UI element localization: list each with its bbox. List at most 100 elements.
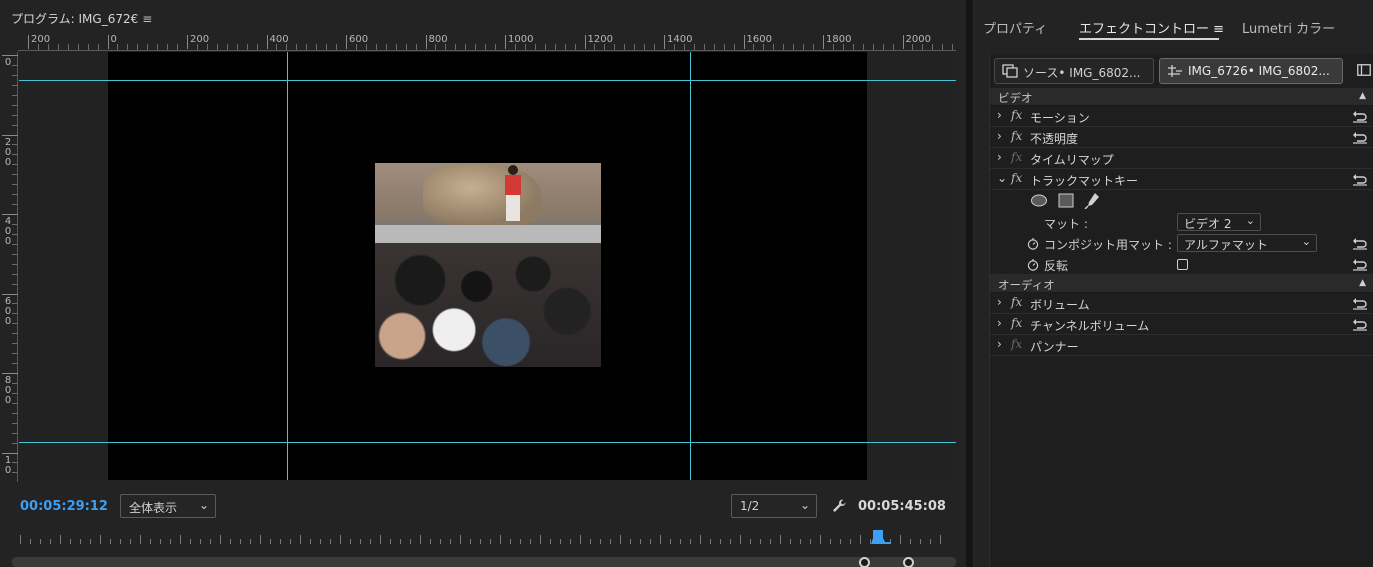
chevron-right-icon[interactable]: › [997, 295, 1007, 309]
mini-ruler-tick [20, 535, 21, 544]
chevron-down-icon[interactable]: ⌄ [997, 171, 1007, 185]
current-timecode[interactable]: 00:05:29:12 [20, 499, 108, 514]
mini-timeline-ruler[interactable] [20, 532, 950, 544]
fx-icon[interactable]: fx [1011, 108, 1022, 122]
effect-panner[interactable]: › fx パンナー [990, 335, 1373, 356]
ruler-minor-tick [634, 44, 636, 50]
ruler-minor-tick [912, 44, 914, 50]
stopwatch-icon[interactable] [1027, 258, 1039, 271]
reset-icon[interactable] [1352, 236, 1368, 250]
chevron-down-icon: ⌄ [1245, 214, 1255, 227]
ruler-minor-tick [713, 44, 715, 50]
rectangle-mask-icon[interactable] [1058, 193, 1074, 208]
ruler-minor-tick [87, 44, 89, 50]
zoom-level-select[interactable]: 全体表示 ⌄ [120, 494, 216, 518]
playback-resolution-select[interactable]: 1/2 ⌄ [731, 494, 817, 518]
reset-icon[interactable] [1352, 257, 1368, 271]
sequence-clip-button[interactable]: IMG_6726• IMG_6802... [1159, 58, 1343, 84]
reset-icon[interactable] [1352, 130, 1368, 144]
mini-ruler-tick [760, 539, 761, 544]
prop-matte: マット : ビデオ 2 ⌄ [990, 212, 1373, 233]
tab-effect-controls[interactable]: エフェクトコントロー ≡ [1079, 18, 1224, 37]
mini-ruler-tick [230, 539, 231, 544]
ruler-minor-tick [12, 164, 18, 166]
fx-icon[interactable]: fx [1011, 129, 1022, 143]
sequence-clip-icon [1168, 65, 1182, 77]
playhead-icon[interactable] [871, 530, 891, 544]
chevron-down-icon: ⌄ [1301, 235, 1311, 248]
invert-checkbox[interactable] [1177, 259, 1188, 270]
section-audio[interactable]: オーディオ ▲ [990, 275, 1373, 293]
ellipse-mask-icon[interactable] [1030, 194, 1048, 207]
mini-ruler-tick [250, 539, 251, 544]
chevron-right-icon[interactable]: › [997, 316, 1007, 330]
effect-motion[interactable]: › fx モーション [990, 106, 1373, 127]
ruler-major-tick [266, 35, 268, 49]
guide-line-horizontal-bottom[interactable] [19, 442, 956, 443]
ruler-minor-tick [167, 44, 169, 50]
chevron-down-icon: ⌄ [198, 498, 209, 512]
tab-lumetri-color[interactable]: Lumetri カラー [1242, 18, 1335, 37]
chevron-right-icon[interactable]: › [997, 337, 1007, 351]
collapse-caret-icon[interactable]: ▲ [1359, 91, 1366, 101]
horizontal-ruler: 200 0 200 400 600 800 1000 1200 1400 1600 1800 2000 [18, 33, 956, 51]
resolution-value: 1/2 [740, 499, 760, 513]
effect-opacity[interactable]: › fx 不透明度 [990, 127, 1373, 148]
timeline-view-toggle-icon[interactable] [1357, 64, 1371, 76]
effect-time-remap[interactable]: › fx タイムリマップ [990, 148, 1373, 169]
effect-volume[interactable]: › fx ボリューム [990, 293, 1373, 314]
collapse-caret-icon[interactable]: ▲ [1359, 278, 1366, 288]
guide-line-horizontal-top[interactable] [19, 80, 956, 81]
panel-menu-icon[interactable]: ≡ [142, 12, 152, 26]
ruler-major-tick [425, 35, 427, 49]
ruler-minor-tick [544, 44, 546, 50]
matte-select[interactable]: ビデオ 2 ⌄ [1177, 213, 1261, 231]
fx-icon[interactable]: fx [1011, 171, 1022, 185]
chevron-right-icon[interactable]: › [997, 108, 1007, 122]
ruler-minor-tick [574, 44, 576, 50]
chevron-right-icon[interactable]: › [997, 150, 1007, 164]
ruler-minor-tick [763, 44, 765, 50]
effect-channel-volume[interactable]: › fx チャンネルボリューム [990, 314, 1373, 335]
scrollbar-handle-left[interactable] [859, 557, 870, 567]
section-video[interactable]: ビデオ ▲ [990, 88, 1373, 106]
mini-ruler-tick [160, 539, 161, 544]
guide-line-vertical-left[interactable] [287, 52, 288, 480]
panel-title[interactable]: プログラム: IMG_672€ ≡ [11, 10, 152, 27]
ruler-minor-tick [942, 44, 944, 50]
frame-railing [375, 225, 601, 243]
ruler-minor-tick [12, 343, 18, 345]
effect-name: タイムリマップ [1030, 153, 1114, 167]
program-viewer[interactable] [19, 52, 956, 480]
effect-track-matte-key[interactable]: ⌄ fx トラックマットキー [990, 169, 1373, 190]
ruler-minor-tick [475, 44, 477, 50]
ruler-minor-tick [773, 44, 775, 50]
mini-ruler-tick [630, 539, 631, 544]
reset-icon[interactable] [1352, 296, 1368, 310]
ruler-minor-tick [127, 44, 129, 50]
source-clip-button[interactable]: ソース• IMG_6802... [994, 58, 1154, 84]
ruler-minor-tick [12, 442, 18, 444]
ruler-minor-tick [12, 432, 18, 434]
mini-ruler-tick [190, 539, 191, 544]
chevron-right-icon[interactable]: › [997, 129, 1007, 143]
ruler-minor-tick [872, 44, 874, 50]
zoom-scrollbar[interactable] [12, 557, 956, 567]
wrench-icon[interactable] [831, 498, 847, 514]
fx-icon[interactable]: fx [1011, 295, 1022, 309]
reset-icon[interactable] [1352, 109, 1368, 123]
tab-properties[interactable]: プロパティ [983, 18, 1047, 37]
ruler-minor-tick [922, 44, 924, 50]
reset-icon[interactable] [1352, 172, 1368, 186]
stopwatch-icon[interactable] [1027, 237, 1039, 250]
guide-line-vertical-right[interactable] [690, 52, 691, 480]
reset-icon[interactable] [1352, 317, 1368, 331]
section-video-label: ビデオ [998, 91, 1033, 105]
panel-divider[interactable] [966, 0, 973, 567]
composite-matte-select[interactable]: アルファマット ⌄ [1177, 234, 1317, 252]
pen-mask-icon[interactable] [1084, 192, 1100, 209]
ruler-minor-tick [12, 333, 18, 335]
mini-ruler-tick [780, 535, 781, 544]
fx-icon[interactable]: fx [1011, 316, 1022, 330]
scrollbar-handle-right[interactable] [903, 557, 914, 567]
